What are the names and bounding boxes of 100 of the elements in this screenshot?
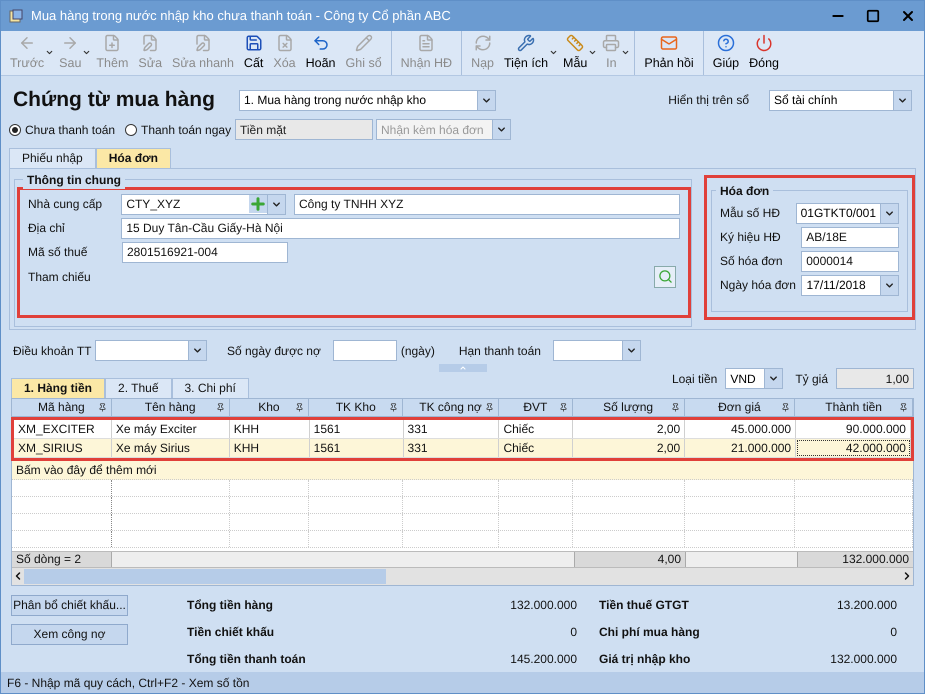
total-value: 145.200.000	[509, 650, 577, 668]
pin-icon[interactable]	[558, 402, 568, 412]
column-header[interactable]: Tên hàng	[112, 398, 230, 416]
page-heading: Chứng từ mua hàng	[13, 87, 216, 114]
status-bar: F6 - Nhập mã quy cách, Ctrl+F2 - Xem số tồn	[1, 672, 924, 693]
toolbar-button[interactable]: Mẫu	[558, 34, 592, 72]
toolbar-button[interactable]: Giúp	[708, 34, 744, 72]
invoice-dropdown[interactable]: 01GTKT0/001	[796, 202, 899, 224]
ledger-dropdown[interactable]: Sổ tài chính	[769, 90, 912, 111]
total-label: Tổng tiền hàng	[187, 596, 274, 614]
invoice-dropdown[interactable]: 17/11/2018	[801, 274, 899, 296]
column-header[interactable]: TK công nợ	[403, 398, 499, 416]
pin-icon[interactable]	[98, 402, 107, 412]
field-label: Tỷ giá	[795, 370, 828, 388]
table-row[interactable]: XM_EXCITER Xe máy Exciter KHH 1561 331 Chiếc 2,00 45.000.000 90.000.000	[14, 420, 911, 439]
pin-icon[interactable]	[670, 402, 680, 412]
table-cell: 45.000.000	[685, 420, 796, 438]
tax-code-field[interactable]: 2801516921-004	[122, 242, 288, 263]
field-label: Hạn thanh toán	[458, 342, 541, 360]
pin-icon[interactable]	[389, 402, 398, 412]
tab[interactable]: Phiếu nhập	[9, 148, 96, 168]
invoice-field[interactable]: 0000014	[801, 250, 899, 272]
table-row[interactable]: XM_SIRIUS Xe máy Sirius KHH 1561 331 Chiếc 2,00 21.000.000 42.000.000	[14, 438, 911, 458]
column-header[interactable]: Mã hàng	[12, 398, 112, 416]
tools-icon	[517, 34, 536, 52]
edit-document-icon	[141, 34, 160, 52]
total-value: 132.000.000	[509, 596, 577, 614]
refresh-icon	[474, 34, 492, 52]
field-label: Mã số thuế	[28, 244, 88, 262]
credit-days-field[interactable]	[332, 340, 397, 362]
save-icon	[244, 34, 263, 52]
toolbar-button[interactable]: Phản hồi	[639, 34, 699, 72]
column-header[interactable]: Số lượng	[572, 398, 685, 416]
envelope-icon	[660, 34, 678, 52]
field-label: Ký hiệu HĐ	[720, 229, 782, 246]
table-cell: 331	[404, 438, 500, 457]
maximize-icon[interactable]	[866, 8, 880, 23]
action-button[interactable]: Xem công nợ	[11, 624, 128, 645]
tab[interactable]: 3. Chi phí	[172, 378, 249, 398]
total-label: Tiền chiết khấu	[187, 624, 276, 641]
pin-icon[interactable]	[484, 402, 494, 412]
supplier-code-field[interactable]: CTY_XYZ	[121, 194, 286, 215]
column-header[interactable]: Thành tiền	[795, 398, 913, 416]
address-field[interactable]: 15 Duy Tân-Cầu Giấy-Hà Nội	[121, 218, 680, 239]
field-label: (ngày)	[400, 342, 435, 360]
exchange-rate-field[interactable]: 1,00	[836, 368, 914, 390]
table-cell: 2,00	[573, 438, 686, 457]
payment-radio[interactable]: Thanh toán ngay	[125, 120, 235, 139]
tab[interactable]: 1. Hàng tiền	[11, 378, 106, 398]
collapse-handle[interactable]	[438, 364, 486, 372]
table-cell: 90.000.000	[796, 420, 911, 438]
table-cell: 2,00	[573, 420, 686, 438]
field-label: Mẫu số HĐ	[720, 205, 782, 222]
window-title: Mua hàng trong nước nhập kho chưa thanh toán - Công ty Cổ phần ABC	[31, 7, 452, 26]
pin-icon[interactable]	[295, 402, 304, 412]
total-label: Tổng tiền thanh toán	[187, 650, 307, 668]
column-header[interactable]: Kho	[230, 398, 310, 416]
field-label: Ngày hóa đơn	[720, 277, 797, 294]
pin-icon[interactable]	[899, 402, 908, 412]
total-amount-cell: 132.000.000	[797, 552, 913, 567]
pin-icon[interactable]	[781, 402, 790, 412]
voucher-type-dropdown[interactable]: 1. Mua hàng trong nước nhập kho	[239, 90, 496, 111]
undo-icon	[312, 34, 330, 52]
tab[interactable]: Hóa đơn	[96, 148, 171, 168]
help-icon	[716, 34, 735, 52]
table-cell: Chiếc	[499, 438, 574, 457]
document-icon	[417, 34, 436, 52]
action-button[interactable]: Phân bổ chiết khấu...	[11, 594, 128, 616]
table-cell: 42.000.000	[796, 438, 911, 457]
radio-circle[interactable]	[9, 124, 21, 136]
table-cell: KHH	[230, 420, 310, 438]
horizontal-scrollbar[interactable]	[12, 568, 913, 585]
supplier-name-field[interactable]: Công ty TNHH XYZ	[294, 194, 680, 215]
total-label: Giá trị nhập kho	[598, 650, 692, 668]
toolbar-button[interactable]: Đóng	[744, 34, 784, 72]
scrollbar-thumb[interactable]	[24, 568, 386, 584]
pin-icon[interactable]	[216, 402, 225, 412]
field-label: Số ngày được nợ	[227, 342, 321, 360]
table-cell: KHH	[230, 438, 310, 457]
payment-radio[interactable]: Chưa thanh toán	[9, 120, 125, 139]
column-header[interactable]: Đơn giá	[684, 398, 796, 416]
total-value: 0	[889, 624, 897, 641]
invoice-field[interactable]: AB/18E	[801, 226, 899, 248]
toolbar-button[interactable]: Hoãn	[300, 34, 341, 72]
table-cell: XM_EXCITER	[14, 420, 112, 438]
toolbar-button[interactable]: Cất	[238, 34, 268, 72]
toolbar-button[interactable]: Tiện ích	[499, 34, 554, 72]
delete-document-icon	[276, 34, 294, 52]
column-header[interactable]: ĐVT	[498, 398, 573, 416]
currency-dropdown[interactable]: VND	[725, 368, 784, 390]
power-icon	[755, 34, 774, 52]
new-row-hint[interactable]: Bấm vào đây để thêm mới	[12, 460, 913, 480]
table-cell: 1561	[310, 420, 404, 438]
table-cell: Chiếc	[499, 420, 574, 438]
quick-edit-icon	[194, 34, 212, 52]
tab[interactable]: 2. Thuế	[105, 378, 172, 398]
table-cell: XM_SIRIUS	[14, 438, 112, 457]
table-cell: 331	[404, 420, 500, 438]
column-header[interactable]: TK Kho	[309, 398, 404, 416]
table-cell: 21.000.000	[685, 438, 796, 457]
